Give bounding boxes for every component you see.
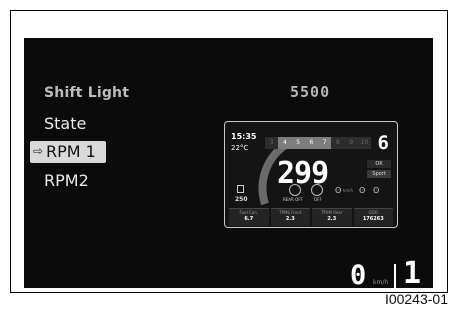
rpm-tick: 5 (291, 137, 305, 149)
info-label: TPSM Rear (321, 210, 343, 215)
rpm-tick: 7 (318, 137, 332, 149)
rpm-tick: 10 (357, 137, 371, 149)
display-screen: Shift Light 5500 State ⇨ RPM 1 RPM2 15:3… (24, 38, 433, 288)
menu-item-rpm2[interactable]: RPM2 (44, 171, 89, 190)
current-gear: 1 (403, 256, 422, 288)
rear-off-icon (289, 184, 301, 196)
info-label: ODO (368, 210, 378, 215)
preview-ok-badge: OK (367, 160, 391, 168)
selection-arrow-icon: ⇨ (33, 144, 44, 158)
preview-gear: 6 (377, 132, 389, 154)
rear-off-label: REAR OFF (283, 197, 303, 202)
tire-icon: ʘ (373, 186, 380, 195)
info-value: 176263 (362, 216, 384, 222)
info-value: 2.3 (285, 216, 295, 222)
speed-unit: km/h (373, 279, 389, 286)
rpm-tick: 3 (265, 137, 279, 149)
preview-info-bar: Fuel Con. 6.7 TPMS Front 2.3 TPSM Rear 2… (229, 208, 393, 226)
preview-unit: km/h (343, 188, 354, 193)
figure-reference: I00243-01 (384, 291, 448, 307)
dashboard-preview: 15:35 22°C 3 4 5 6 7 8 9 10 6 299 km/h O… (224, 121, 398, 228)
info-cell: Fuel Con. 6.7 (229, 208, 269, 226)
info-cell: ODO 176263 (353, 208, 393, 226)
info-value: 2.3 (327, 216, 337, 222)
info-cell: TPSM Rear 2.3 (312, 208, 352, 226)
abs-off-label: OFF (314, 197, 322, 202)
abs-off-icon (311, 184, 323, 196)
tire-icon: ʘ (359, 186, 366, 195)
info-value: 6.7 (244, 216, 254, 222)
shift-light-value: 5500 (290, 83, 331, 101)
info-label: Fuel Con. (239, 210, 258, 215)
menu-item-label: RPM 1 (46, 142, 96, 161)
menu-item-rpm1[interactable]: ⇨ RPM 1 (30, 141, 106, 163)
rpm-scale: 3 4 5 6 7 8 9 10 (265, 137, 371, 149)
rpm-tick: 6 (304, 137, 318, 149)
menu-item-state[interactable]: State (44, 114, 86, 133)
rpm-tick: 4 (278, 137, 292, 149)
preview-mode-badge: Sport (367, 170, 391, 178)
divider (394, 264, 396, 288)
tire-icon: ʘ (335, 186, 342, 195)
preview-fuel-range: 250 (235, 196, 248, 203)
info-cell: TPMS Front 2.3 (270, 208, 310, 226)
current-speed: 0 (350, 260, 367, 288)
menu-title: Shift Light (44, 85, 130, 101)
rpm-tick: 8 (331, 137, 345, 149)
fuel-icon (237, 185, 244, 193)
info-label: TPMS Front (279, 210, 302, 215)
rpm-tick: 9 (344, 137, 358, 149)
